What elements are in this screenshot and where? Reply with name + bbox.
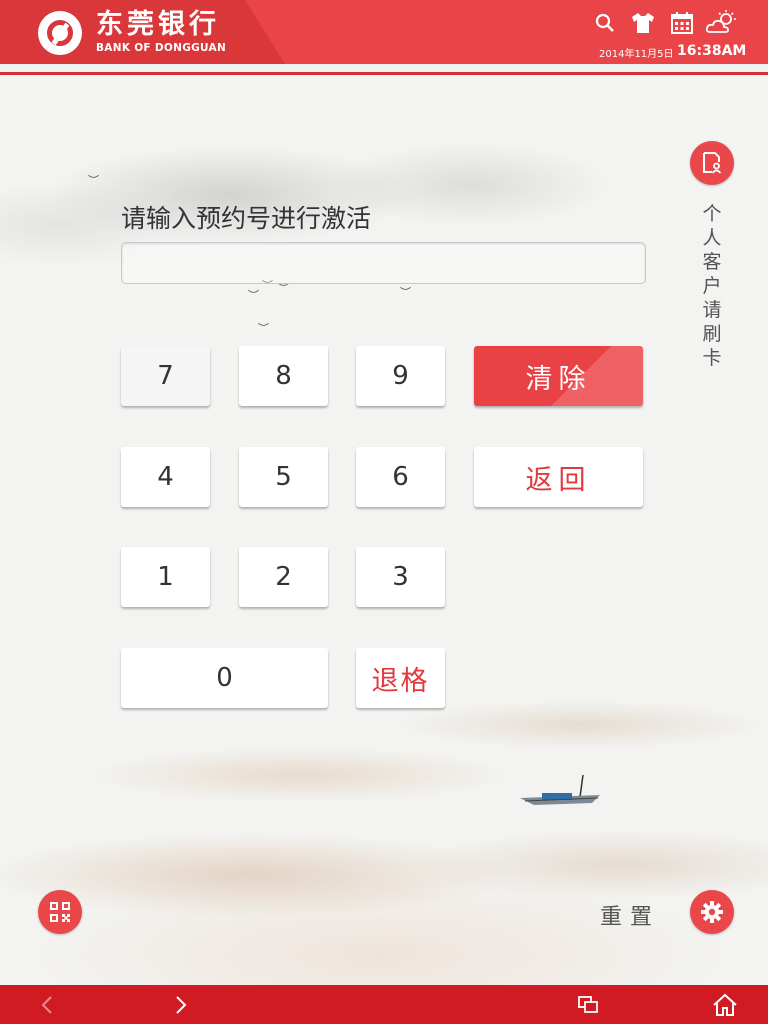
key-8[interactable]: 8 [239, 346, 328, 406]
bird-decoration: ︶ [88, 174, 99, 187]
card-swipe-prompt: 个人客户请刷卡 [702, 203, 722, 369]
back-button[interactable]: 返回 [474, 447, 643, 507]
backspace-button[interactable]: 退格 [356, 648, 445, 708]
reset-label[interactable]: 重置 [600, 899, 660, 931]
id-card-icon[interactable] [690, 141, 734, 185]
bird-decoration: ︶ [400, 286, 411, 299]
ink-wash-background: ︶ ︶ ︶ ︶ ︶ ︶ [0, 75, 768, 985]
key-6[interactable]: 6 [356, 447, 445, 507]
reservation-number-input[interactable] [121, 242, 646, 284]
bank-name-cn: 东莞银行 [96, 9, 220, 40]
bird-decoration: ︶ [248, 289, 259, 302]
key-2[interactable]: 2 [239, 547, 328, 607]
home-icon[interactable] [710, 985, 740, 1024]
key-0[interactable]: 0 [121, 648, 328, 708]
windows-icon[interactable] [575, 985, 601, 1024]
calendar-icon[interactable] [669, 10, 695, 36]
bank-logo [38, 11, 82, 55]
key-1[interactable]: 1 [121, 547, 210, 607]
key-3[interactable]: 3 [356, 547, 445, 607]
key-4[interactable]: 4 [121, 447, 210, 507]
app-header: 东莞银行 BANK OF DONGGUAN 2014年11月5日 16:38AM [0, 0, 768, 64]
weather-icon[interactable] [706, 10, 738, 36]
clear-button[interactable]: 清除 [474, 346, 643, 406]
bird-decoration: ︶ [258, 322, 269, 335]
key-5[interactable]: 5 [239, 447, 328, 507]
gear-icon[interactable] [690, 890, 734, 934]
boat-illustration [520, 775, 600, 805]
key-9[interactable]: 9 [356, 346, 445, 406]
bank-name-en: BANK OF DONGGUAN [96, 42, 227, 54]
qr-code-icon[interactable] [38, 890, 82, 934]
footer-navbar [0, 985, 768, 1024]
search-icon[interactable] [592, 10, 618, 36]
forward-arrow-icon[interactable] [168, 985, 194, 1024]
header-divider [0, 72, 768, 75]
back-arrow-icon[interactable] [34, 985, 60, 1024]
activation-prompt: 请输入预约号进行激活 [121, 204, 372, 233]
shirt-icon[interactable] [630, 10, 656, 36]
time-display: 16:38AM [677, 43, 747, 59]
bird-decoration: ︶ [278, 282, 289, 295]
date-display: 2014年11月5日 [599, 49, 674, 60]
key-7[interactable]: 7 [121, 346, 210, 406]
